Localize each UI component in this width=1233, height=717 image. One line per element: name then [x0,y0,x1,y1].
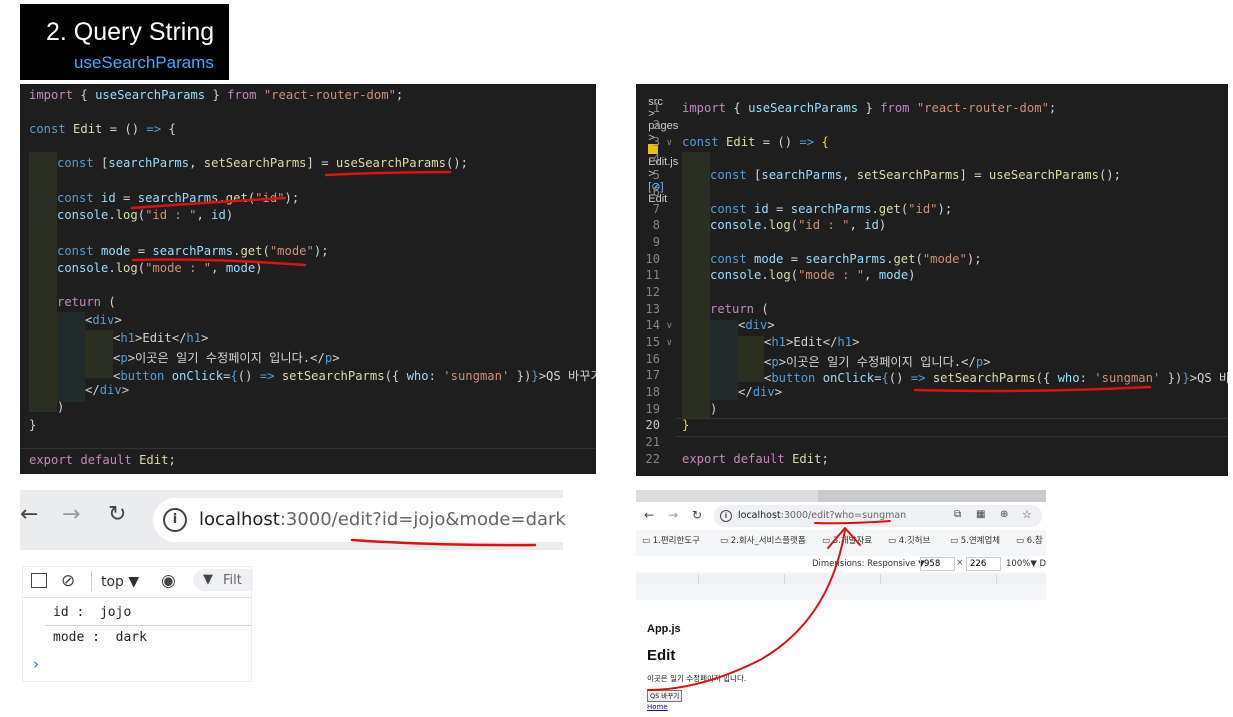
underline-url-right [814,520,891,525]
underline-get-mode [131,258,307,267]
red-annotations [130,170,1152,691]
annotation-arrow-line [647,529,846,691]
underline-get-id [130,196,287,210]
underline-set-search-parms [913,385,1152,393]
underline-use-search-params [324,170,452,177]
underline-url-left [350,538,537,547]
